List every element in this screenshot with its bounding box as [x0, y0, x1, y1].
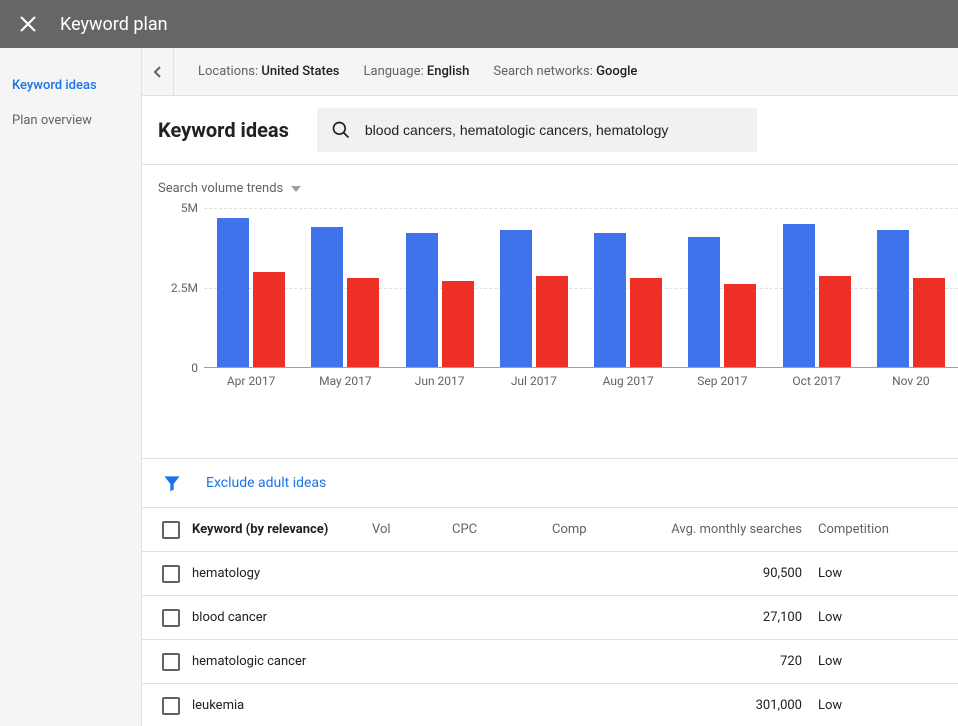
cell-competition: Low — [802, 698, 902, 713]
cell-competition: Low — [802, 610, 902, 625]
bar[interactable] — [877, 230, 909, 367]
column-vol[interactable]: Vol — [372, 522, 452, 537]
filter-bar: Locations: United States Language: Englis… — [142, 48, 958, 96]
bar-group — [298, 208, 392, 367]
page-title: Keyword ideas — [158, 118, 289, 142]
row-checkbox[interactable] — [162, 565, 180, 583]
back-button[interactable] — [142, 48, 174, 96]
main-area: Locations: United States Language: Englis… — [142, 48, 958, 726]
chevron-down-icon — [291, 184, 301, 194]
row-checkbox[interactable] — [162, 697, 180, 715]
x-tick: Oct 2017 — [770, 374, 864, 388]
bar[interactable] — [819, 276, 851, 367]
chart-bars — [204, 208, 958, 368]
trends-label: Search volume trends — [158, 181, 283, 196]
y-tick: 0 — [191, 361, 198, 375]
table-row[interactable]: hematologic cancer 720Low — [142, 640, 958, 684]
table-header: Keyword (by relevance) Vol CPC Comp Avg.… — [142, 508, 958, 552]
trends-chart: 5M2.5M0 — [158, 208, 958, 368]
y-tick: 2.5M — [171, 281, 198, 295]
bar-group — [675, 208, 769, 367]
x-tick: Sep 2017 — [675, 374, 769, 388]
bar[interactable] — [783, 224, 815, 367]
bar[interactable] — [688, 237, 720, 367]
bar[interactable] — [500, 230, 532, 367]
row-checkbox[interactable] — [162, 609, 180, 627]
chart-y-axis: 5M2.5M0 — [158, 208, 204, 368]
filter-line: Exclude adult ideas — [142, 458, 958, 508]
cell-avg: 301,000 — [652, 698, 802, 713]
y-tick: 5M — [181, 201, 198, 215]
cell-competition: Low — [802, 566, 902, 581]
close-icon[interactable] — [16, 12, 40, 36]
bar[interactable] — [630, 278, 662, 367]
row-checkbox[interactable] — [162, 653, 180, 671]
x-tick: Jul 2017 — [487, 374, 581, 388]
bar[interactable] — [347, 278, 379, 367]
bar-group — [393, 208, 487, 367]
chart-x-axis: Apr 2017May 2017Jun 2017Jul 2017Aug 2017… — [204, 374, 958, 388]
x-tick: Apr 2017 — [204, 374, 298, 388]
column-keyword[interactable]: Keyword (by relevance) — [192, 522, 372, 537]
bar-group — [581, 208, 675, 367]
column-competition[interactable]: Competition — [802, 522, 902, 537]
bar-group — [487, 208, 581, 367]
bar[interactable] — [217, 218, 249, 367]
bar[interactable] — [913, 278, 945, 367]
x-tick: May 2017 — [298, 374, 392, 388]
bar-group — [204, 208, 298, 367]
app-title: Keyword plan — [60, 14, 168, 35]
sidebar-item-keyword-ideas[interactable]: Keyword ideas — [0, 68, 141, 103]
bar[interactable] — [311, 227, 343, 367]
search-input[interactable] — [365, 122, 743, 138]
x-tick: Aug 2017 — [581, 374, 675, 388]
cell-keyword: hematology — [192, 566, 372, 581]
select-all-checkbox[interactable] — [162, 521, 180, 539]
sidebar-item-plan-overview[interactable]: Plan overview — [0, 103, 141, 138]
app-header: Keyword plan — [0, 0, 958, 48]
table-row[interactable]: leukemia 301,000Low — [142, 684, 958, 726]
table-row[interactable]: hematology 90,500Low — [142, 552, 958, 596]
bar[interactable] — [594, 233, 626, 367]
exclude-adult-link[interactable]: Exclude adult ideas — [206, 475, 326, 491]
column-avg[interactable]: Avg. monthly searches — [652, 522, 802, 537]
bar-group — [770, 208, 864, 367]
filter-search-networks[interactable]: Search networks: Google — [493, 64, 637, 79]
cell-avg: 720 — [652, 654, 802, 669]
sidebar: Keyword ideasPlan overview — [0, 48, 142, 726]
search-icon — [331, 120, 351, 140]
search-box[interactable] — [317, 108, 757, 152]
x-tick: Nov 20 — [864, 374, 958, 388]
cell-avg: 90,500 — [652, 566, 802, 581]
cell-keyword: blood cancer — [192, 610, 372, 625]
cell-keyword: leukemia — [192, 698, 372, 713]
bar[interactable] — [536, 276, 568, 367]
cell-competition: Low — [802, 654, 902, 669]
cell-keyword: hematologic cancer — [192, 654, 372, 669]
bar[interactable] — [406, 233, 438, 367]
bar[interactable] — [724, 284, 756, 367]
x-tick: Jun 2017 — [393, 374, 487, 388]
filter-language[interactable]: Language: English — [364, 64, 470, 79]
trends-dropdown[interactable]: Search volume trends — [158, 181, 958, 196]
filter-locations[interactable]: Locations: United States — [198, 64, 340, 79]
trends-section: Search volume trends 5M2.5M0 Apr 2017May… — [142, 165, 958, 388]
bar[interactable] — [442, 281, 474, 367]
column-cpc[interactable]: CPC — [452, 522, 552, 537]
filter-icon[interactable] — [162, 473, 182, 493]
bar-group — [864, 208, 958, 367]
bar[interactable] — [253, 272, 285, 367]
chevron-left-icon — [152, 66, 164, 78]
column-comp[interactable]: Comp — [552, 522, 652, 537]
table-row[interactable]: blood cancer 27,100Low — [142, 596, 958, 640]
cell-avg: 27,100 — [652, 610, 802, 625]
search-row: Keyword ideas — [142, 96, 958, 165]
